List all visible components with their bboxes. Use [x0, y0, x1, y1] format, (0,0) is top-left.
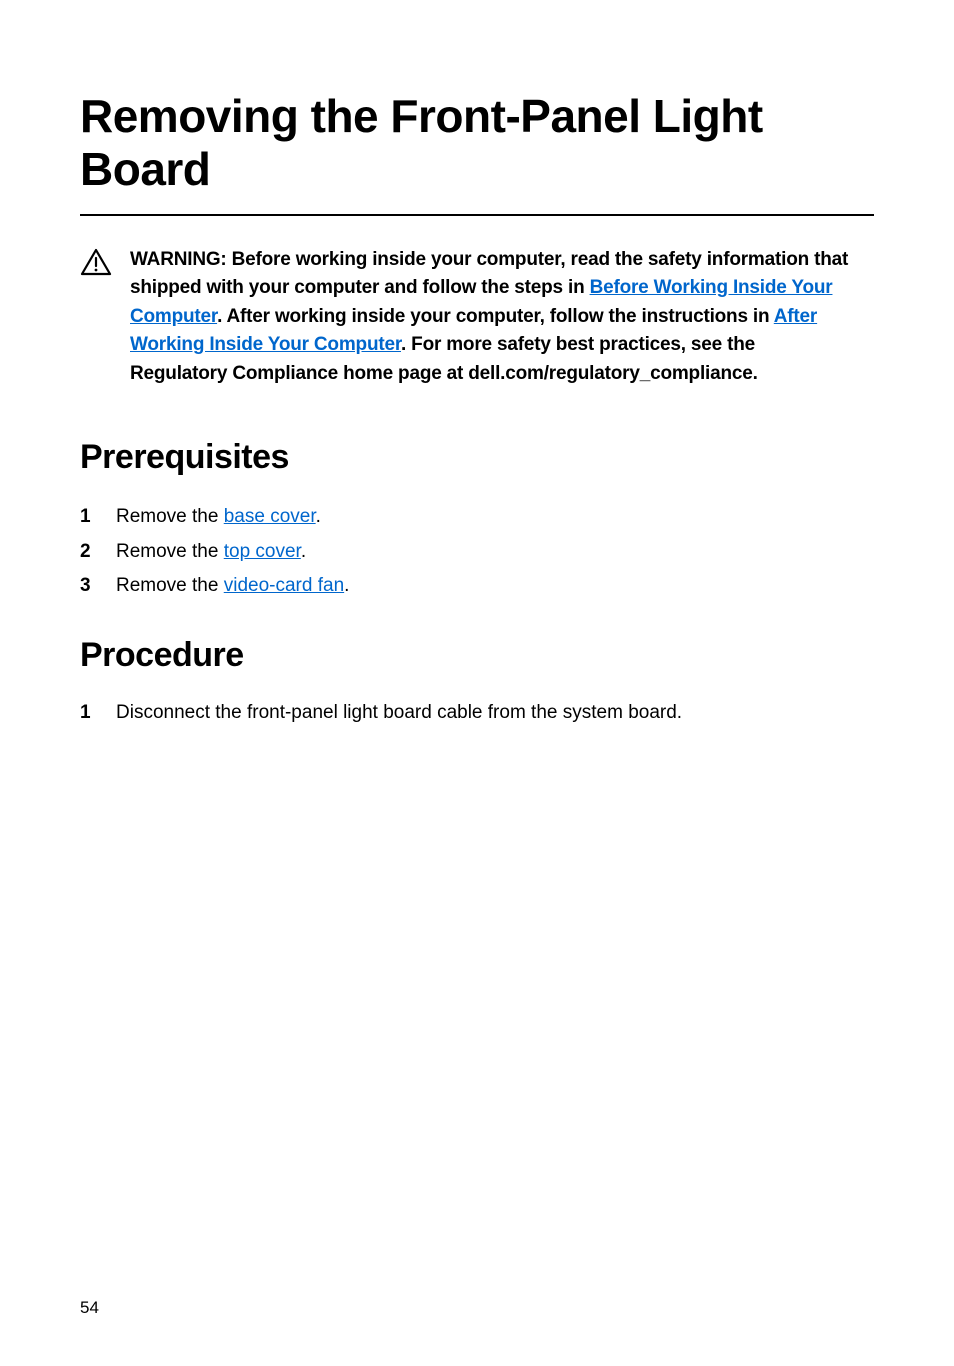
base-cover-link[interactable]: base cover	[224, 506, 316, 527]
prerequisites-heading: Prerequisites	[80, 438, 874, 477]
page-number: 54	[80, 1298, 99, 1318]
top-cover-link[interactable]: top cover	[224, 541, 301, 562]
warning-mid1: . After working inside your computer, fo…	[217, 306, 774, 327]
list-item: Remove the video-card fan.	[80, 570, 874, 602]
item-suffix: .	[301, 541, 306, 562]
item-prefix: Remove the	[116, 506, 224, 527]
list-item: Remove the top cover.	[80, 536, 874, 568]
warning-block: WARNING: Before working inside your comp…	[80, 246, 874, 389]
item-prefix: Remove the	[116, 575, 224, 596]
warning-triangle-icon	[80, 248, 112, 281]
procedure-heading: Procedure	[80, 636, 874, 675]
video-card-fan-link[interactable]: video-card fan	[224, 575, 344, 596]
item-suffix: .	[316, 506, 321, 527]
list-item: Disconnect the front-panel light board c…	[80, 699, 874, 728]
page-title: Removing the Front-Panel Light Board	[80, 90, 874, 196]
prerequisites-list: Remove the base cover. Remove the top co…	[80, 501, 874, 602]
item-suffix: .	[344, 575, 349, 596]
item-prefix: Remove the	[116, 541, 224, 562]
list-item: Remove the base cover.	[80, 501, 874, 533]
procedure-list: Disconnect the front-panel light board c…	[80, 699, 874, 728]
title-divider	[80, 214, 874, 216]
procedure-step-text: Disconnect the front-panel light board c…	[116, 699, 682, 728]
warning-text: WARNING: Before working inside your comp…	[130, 246, 854, 389]
